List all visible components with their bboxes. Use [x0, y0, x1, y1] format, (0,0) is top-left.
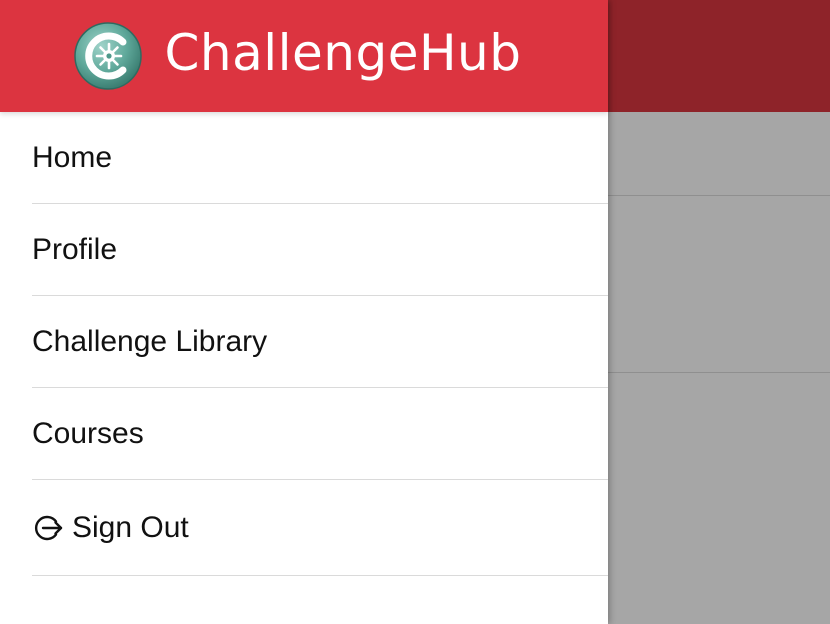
menu-item-label: Challenge Library	[32, 324, 268, 358]
drawer-menu: Home Profile Challenge Library Courses S…	[0, 112, 608, 576]
menu-item-courses[interactable]: Courses	[32, 388, 608, 480]
app-root: ChallengeHub Home Profile Challenge Libr…	[0, 0, 830, 624]
menu-item-label: Sign Out	[72, 510, 189, 544]
menu-item-label: Courses	[32, 416, 144, 450]
menu-item-label: Profile	[32, 232, 118, 266]
brand-name: ChallengeHub	[164, 24, 522, 82]
menu-item-challenge-library[interactable]: Challenge Library	[32, 296, 608, 388]
background-divider	[608, 195, 830, 196]
background-divider	[608, 372, 830, 373]
brand[interactable]: ChallengeHub	[74, 22, 521, 90]
menu-item-sign-out[interactable]: Sign Out	[32, 480, 608, 576]
sign-out-icon	[34, 515, 63, 540]
menu-item-home[interactable]: Home	[32, 112, 608, 204]
menu-item-profile[interactable]: Profile	[32, 204, 608, 296]
navigation-drawer: ChallengeHub Home Profile Challenge Libr…	[0, 0, 608, 624]
drawer-header: ChallengeHub	[0, 0, 608, 112]
menu-item-label: Home	[32, 140, 113, 174]
challengehub-logo-icon	[74, 22, 143, 90]
